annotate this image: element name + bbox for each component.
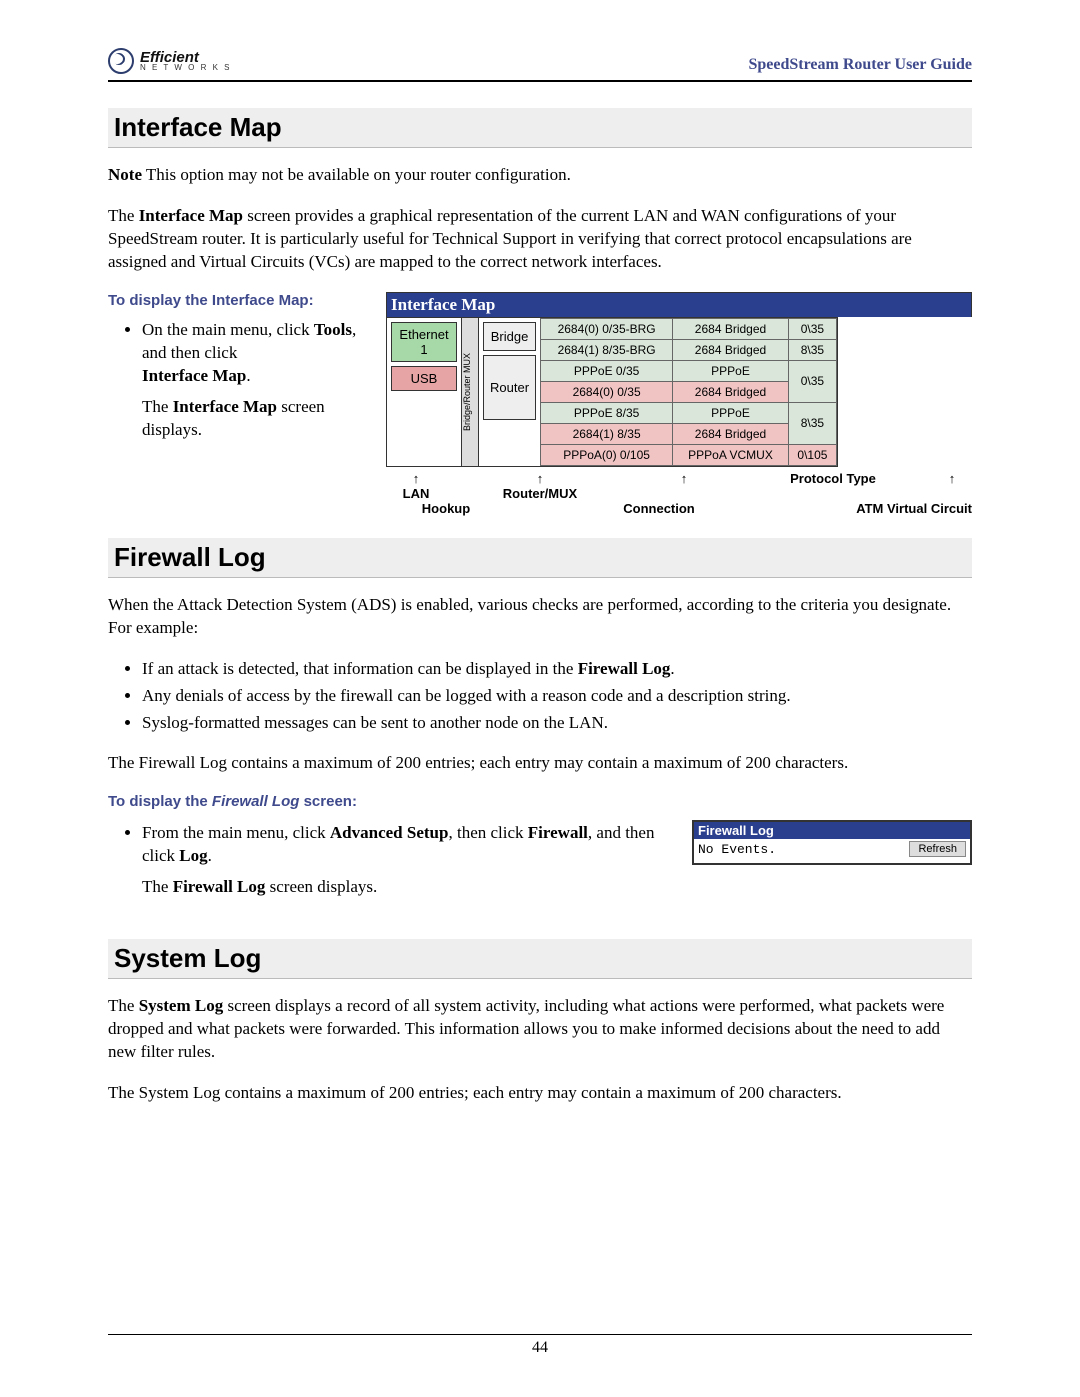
firewall-log-figure: Firewall Log No Events. Refresh — [692, 820, 972, 865]
system-log-p2: The System Log contains a maximum of 200… — [108, 1082, 972, 1105]
ethernet-box: Ethernet1 — [391, 322, 457, 362]
heading-firewall-log: Firewall Log — [108, 538, 972, 578]
howto-firewall-head: To display the Firewall Log screen: — [108, 793, 972, 810]
firewall-bullets: If an attack is detected, that informati… — [108, 658, 972, 735]
heading-system-log: System Log — [108, 939, 972, 979]
howto-interface-map-head: To display the Interface Map: — [108, 292, 368, 309]
logo: Efficient N E T W O R K S — [108, 48, 232, 74]
document-title: SpeedStream Router User Guide — [748, 56, 972, 74]
ifmap-label-row: ↑LAN ↑Router/MUX ↑ Protocol Type ↑ Hooku… — [386, 467, 972, 516]
page-footer: 44 — [108, 1334, 972, 1357]
logo-sub-text: N E T W O R K S — [140, 64, 232, 71]
list-item: If an attack is detected, that informati… — [142, 658, 972, 681]
note-label: Note — [108, 165, 142, 184]
system-log-p1: The System Log screen displays a record … — [108, 995, 972, 1064]
note-text: This option may not be available on your… — [142, 165, 571, 184]
mux-column: Bridge/Router MUX — [461, 318, 479, 466]
router-box: Router — [483, 355, 536, 420]
firewall-log-title-bar: Firewall Log — [694, 822, 970, 839]
logo-swirl-icon — [108, 48, 134, 74]
note-line: Note This option may not be available on… — [108, 164, 972, 187]
usb-box: USB — [391, 366, 457, 391]
intro-paragraph: The Interface Map screen provides a grap… — [108, 205, 972, 274]
page-header: Efficient N E T W O R K S SpeedStream Ro… — [108, 48, 972, 82]
ifmap-rows: 2684(0) 0/35-BRG2684 Bridged0\35 2684(1)… — [540, 318, 837, 466]
logo-main-text: Efficient — [140, 51, 232, 65]
howto-firewall-step: From the main menu, click Advanced Setup… — [142, 822, 674, 899]
interface-map-figure: Ethernet1 USB Bridge/Router MUX Bridge R… — [386, 317, 838, 467]
firewall-log-body-text: No Events. — [698, 842, 776, 857]
list-item: Syslog-formatted messages can be sent to… — [142, 712, 972, 735]
refresh-button[interactable]: Refresh — [909, 841, 966, 857]
firewall-intro: When the Attack Detection System (ADS) i… — [108, 594, 972, 640]
howto-step: On the main menu, click Tools, and then … — [142, 319, 368, 442]
list-item: Any denials of access by the firewall ca… — [142, 685, 972, 708]
ifmap-title-bar: Interface Map — [386, 292, 972, 317]
heading-interface-map: Interface Map — [108, 108, 972, 148]
bridge-box: Bridge — [483, 322, 536, 351]
page-number: 44 — [532, 1339, 548, 1356]
firewall-limits: The Firewall Log contains a maximum of 2… — [108, 752, 972, 775]
